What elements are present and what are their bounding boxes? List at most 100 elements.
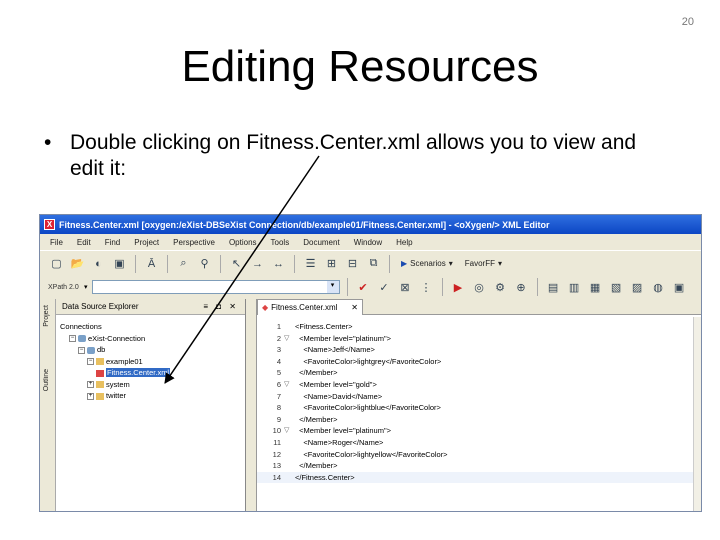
debugger-icon[interactable]: ⊞ xyxy=(323,255,340,272)
indent-icon[interactable]: ⋮ xyxy=(418,279,435,296)
tree-item[interactable]: − example01 xyxy=(60,356,170,368)
back-icon[interactable]: ↖ xyxy=(228,255,245,272)
collapse-icon[interactable]: − xyxy=(69,335,76,343)
chevron-down-icon[interactable]: ▾ xyxy=(84,283,88,291)
run-transform-icon[interactable]: ▶ xyxy=(450,279,467,296)
tree-item-label: example01 xyxy=(106,356,143,366)
panel-controls[interactable]: ≡ ◘ ✕ xyxy=(203,302,239,311)
data-source-explorer-panel: Project Outline Data Source Explorer ≡ ◘… xyxy=(40,299,246,511)
editor-tab-label: Fitness.Center.xml xyxy=(271,303,338,312)
line-number: 8 xyxy=(276,403,281,413)
user-selector[interactable]: FavorFF ▾ xyxy=(461,259,506,268)
scenarios-button[interactable]: ▶ Scenarios ▾ xyxy=(397,259,457,268)
connections-tree: Connections − eXist-Connection − db − example0… xyxy=(60,321,171,402)
code-line[interactable]: 1 <Fitness.Center> xyxy=(257,321,701,333)
collapse-icon[interactable]: − xyxy=(78,346,85,354)
xpath-version-select[interactable]: XPath 2.0 xyxy=(48,280,80,294)
xpath-dropdown-icon[interactable]: ▾ xyxy=(326,281,339,293)
tree-item[interactable]: − db xyxy=(60,344,170,356)
menu-edit[interactable]: Edit xyxy=(77,238,91,247)
code-line[interactable]: 13 </Member> xyxy=(257,460,701,472)
xml-file-icon xyxy=(96,369,104,377)
validate-icon[interactable]: ⧉ xyxy=(365,255,382,272)
line-number: 5 xyxy=(276,368,281,378)
menu-window[interactable]: Window xyxy=(354,238,382,247)
code-line[interactable]: 3 <Name>Jeff</Name> xyxy=(257,344,701,356)
find-icon[interactable]: ⌕ xyxy=(175,255,192,272)
xpath-input[interactable]: ▾ xyxy=(91,280,340,294)
close-icon[interactable]: ✕ xyxy=(351,303,358,312)
toolbar-separator xyxy=(346,278,348,296)
save-icon[interactable]: ▣ xyxy=(111,255,128,272)
menu-file[interactable]: File xyxy=(50,238,63,247)
code-line[interactable]: 6 ▽ <Member level="gold"> xyxy=(257,379,701,391)
code-line[interactable]: 7 <Name>David</Name> xyxy=(257,391,701,403)
tree-item-label: system xyxy=(106,379,130,389)
toolbar-separator xyxy=(536,278,538,296)
editor-tab[interactable]: ◆ Fitness.Center.xml ✕ xyxy=(257,299,363,315)
find-replace-icon[interactable]: ⚲ xyxy=(196,255,213,272)
code-line[interactable]: 14 </Fitness.Center> xyxy=(257,471,701,484)
validate-dropdown-icon[interactable]: ✓ xyxy=(376,279,393,296)
tree-item[interactable]: Connections xyxy=(60,321,170,333)
forward-icon[interactable]: → xyxy=(249,255,266,272)
code-line[interactable]: 12 <FavoriteColor>lightyellow</FavoriteC… xyxy=(257,449,701,461)
open-url-icon[interactable]: ◐ xyxy=(90,255,107,272)
code-line[interactable]: 11 <Name>Roger</Name> xyxy=(257,437,701,449)
code-line[interactable]: 9 </Member> xyxy=(257,414,701,426)
fold-icon[interactable]: ▽ xyxy=(284,379,289,391)
table-icon[interactable]: ▤ xyxy=(545,279,562,296)
new-file-icon[interactable]: ▢ xyxy=(48,255,65,272)
menu-tools[interactable]: Tools xyxy=(271,238,290,247)
globe-icon[interactable]: ◍ xyxy=(650,279,667,296)
code-line[interactable]: 4 <FavoriteColor>lightgrey</FavoriteColo… xyxy=(257,356,701,368)
project-side-tab[interactable]: Project xyxy=(43,305,50,327)
menu-help[interactable]: Help xyxy=(396,238,412,247)
xslt-transform-icon[interactable]: ☰ xyxy=(302,255,319,272)
vertical-scrollbar[interactable] xyxy=(693,317,701,511)
open-file-icon[interactable]: 📂 xyxy=(69,255,86,272)
window-titlebar[interactable]: X Fitness.Center.xml [oxygen:/eXist-DBSe… xyxy=(40,215,701,234)
tree-item[interactable]: Fitness.Center.xml xyxy=(60,367,171,379)
fold-icon[interactable]: ▽ xyxy=(284,333,289,345)
tree-item[interactable]: + system xyxy=(60,379,170,391)
tree-item[interactable]: + twitter xyxy=(60,390,170,402)
xml-editor: ◆ Fitness.Center.xml ✕ 1 <Fitness.Center>… xyxy=(256,299,701,511)
check-wellformed-icon[interactable]: ✔ xyxy=(355,279,372,296)
menu-find[interactable]: Find xyxy=(105,238,121,247)
xml-file-icon: ◆ xyxy=(262,303,269,312)
code-line[interactable]: 5 </Member> xyxy=(257,367,701,379)
expand-icon[interactable]: + xyxy=(87,381,94,389)
menu-document[interactable]: Document xyxy=(303,238,339,247)
profile-icon[interactable]: ⊕ xyxy=(513,279,530,296)
menu-options[interactable]: Options xyxy=(229,238,257,247)
collapse-icon[interactable]: − xyxy=(87,358,94,366)
format-icon[interactable]: ⊠ xyxy=(397,279,414,296)
fold-icon[interactable]: ▽ xyxy=(284,425,289,437)
history-icon[interactable]: ↔ xyxy=(270,255,287,272)
code-line[interactable]: 10 ▽ <Member level="platinum"> xyxy=(257,425,701,437)
spellcheck-icon[interactable]: Ā xyxy=(143,255,160,272)
outline-side-tab[interactable]: Outline xyxy=(43,369,50,391)
tree-item-label: eXist-Connection xyxy=(88,333,146,343)
more-icon[interactable]: ▣ xyxy=(671,279,688,296)
diff-icon[interactable]: ▧ xyxy=(608,279,625,296)
document-icon[interactable]: ▥ xyxy=(566,279,583,296)
schema-icon[interactable]: ⊟ xyxy=(344,255,361,272)
menu-project[interactable]: Project xyxy=(134,238,159,247)
xpath-toolbar: XPath 2.0 ▾ ▾ ✔ ✓ ⊠ ⋮ ▶ ◎ ⚙ ⊕ ▤ ▥ ▦ ▧ ▨ … xyxy=(40,276,701,298)
debug-icon[interactable]: ⚙ xyxy=(492,279,509,296)
expand-icon[interactable]: + xyxy=(87,392,94,400)
code-line[interactable]: 8 <FavoriteColor>lightblue</FavoriteColo… xyxy=(257,402,701,414)
tree-item[interactable]: − eXist-Connection xyxy=(60,333,170,345)
line-number: 12 xyxy=(272,449,281,459)
menu-perspective[interactable]: Perspective xyxy=(173,238,215,247)
configure-transform-icon[interactable]: ◎ xyxy=(471,279,488,296)
panel-splitter[interactable] xyxy=(246,299,256,511)
tree-icon[interactable]: ▦ xyxy=(587,279,604,296)
code-line[interactable]: 2 ▽ <Member level="platinum"> xyxy=(257,333,701,345)
code-area[interactable]: 1 <Fitness.Center> 2 ▽ <Member level="plati… xyxy=(257,321,701,484)
grid-icon[interactable]: ▨ xyxy=(629,279,646,296)
bullet-symbol: • xyxy=(44,131,52,154)
line-number: 14 xyxy=(272,472,281,482)
